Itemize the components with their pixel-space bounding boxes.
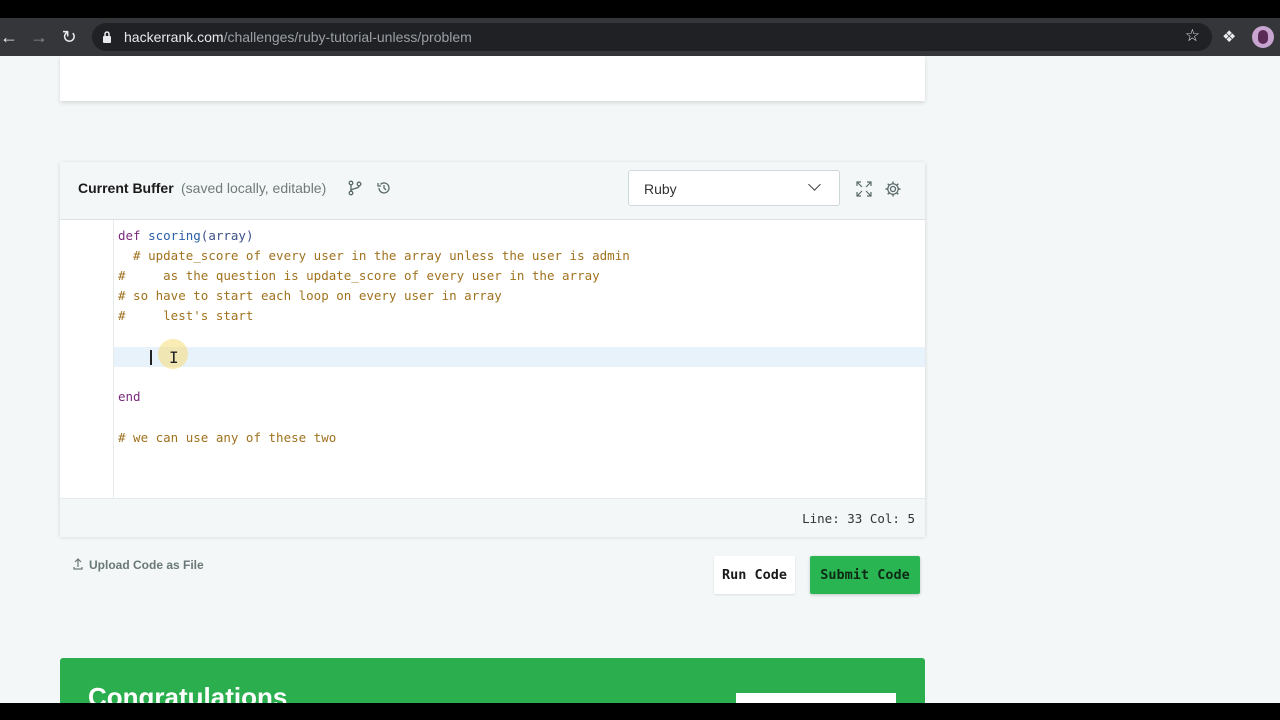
- code-text: # as the question is update_score of eve…: [118, 268, 600, 283]
- fullscreen-icon[interactable]: [855, 180, 873, 198]
- reload-icon[interactable]: ↻: [58, 26, 80, 48]
- cursor-position-status: Line: 33 Col: 5: [802, 511, 915, 526]
- banner-action-button[interactable]: [736, 693, 896, 703]
- star-icon[interactable]: ☆: [1185, 26, 1200, 46]
- buffer-subtitle: (saved locally, editable): [181, 180, 327, 196]
- code-text: # update_score of every user in the arra…: [118, 248, 630, 263]
- language-value: Ruby: [644, 181, 677, 197]
- code-text: # we can use any of these two: [118, 430, 337, 445]
- url-path: /challenges/ruby-tutorial-unless/problem: [223, 29, 472, 45]
- top-letterbox: [0, 0, 1280, 18]
- buffer-title: Current Buffer: [78, 180, 174, 196]
- congratulations-banner: Congratulations: [60, 658, 925, 712]
- code-line[interactable]: 31 # lest's start: [114, 306, 925, 326]
- language-select[interactable]: Ruby: [628, 170, 840, 206]
- code-line[interactable]: 30 # so have to start each loop on every…: [114, 286, 925, 306]
- lock-icon: [103, 31, 111, 43]
- address-bar[interactable]: hackerrank.com/challenges/ruby-tutorial-…: [92, 23, 1212, 51]
- profile-avatar[interactable]: [1252, 26, 1274, 48]
- run-code-button[interactable]: Run Code: [714, 556, 795, 594]
- code-line[interactable]: 37 # we can use any of these two: [114, 428, 925, 448]
- code-text: def scoring(array): [118, 228, 254, 243]
- code-line[interactable]: 36: [114, 407, 925, 427]
- code-line[interactable]: 28 # update_score of every user in the a…: [114, 246, 925, 266]
- code-line[interactable]: 34: [114, 367, 925, 387]
- upload-icon: [73, 558, 83, 570]
- code-editor-panel: Current Buffer (saved locally, editable)…: [60, 162, 925, 537]
- code-text: # so have to start each loop on every us…: [118, 288, 502, 303]
- code-text: # lest's start: [118, 308, 254, 323]
- line-number-gutter: [60, 220, 114, 498]
- browser-toolbar: ← → ↻ hackerrank.com/challenges/ruby-tut…: [0, 18, 1280, 56]
- code-line[interactable]: 32: [114, 326, 925, 346]
- gear-icon[interactable]: [884, 180, 902, 198]
- upload-code-link[interactable]: Upload Code as File: [73, 558, 204, 572]
- text-caret: [150, 350, 152, 365]
- upload-label: Upload Code as File: [89, 558, 204, 572]
- history-icon[interactable]: [375, 180, 393, 198]
- code-line[interactable]: 27 def scoring(array): [114, 226, 925, 246]
- chevron-down-icon: [808, 178, 821, 191]
- code-area[interactable]: 27 def scoring(array) 28 # update_score …: [114, 220, 925, 498]
- code-line[interactable]: 35 end: [114, 387, 925, 407]
- editor-footer: Line: 33 Col: 5: [60, 498, 925, 537]
- problem-card: [60, 56, 925, 101]
- code-line[interactable]: 29 # as the question is update_score of …: [114, 266, 925, 286]
- url-text[interactable]: hackerrank.com/challenges/ruby-tutorial-…: [124, 29, 472, 45]
- ibeam-cursor-icon: I: [169, 348, 179, 367]
- branch-icon[interactable]: [346, 180, 364, 198]
- forward-arrow-icon[interactable]: →: [28, 26, 50, 48]
- code-line-active[interactable]: 33 I: [114, 339, 925, 369]
- puzzle-extension-icon[interactable]: ❖: [1222, 27, 1236, 47]
- submit-code-button[interactable]: Submit Code: [810, 556, 920, 594]
- back-arrow-icon[interactable]: ←: [0, 26, 20, 48]
- bottom-letterbox: [0, 703, 1280, 720]
- editor-header: Current Buffer (saved locally, editable)…: [60, 162, 925, 220]
- code-text: end: [118, 389, 141, 404]
- url-host: hackerrank.com: [124, 29, 224, 45]
